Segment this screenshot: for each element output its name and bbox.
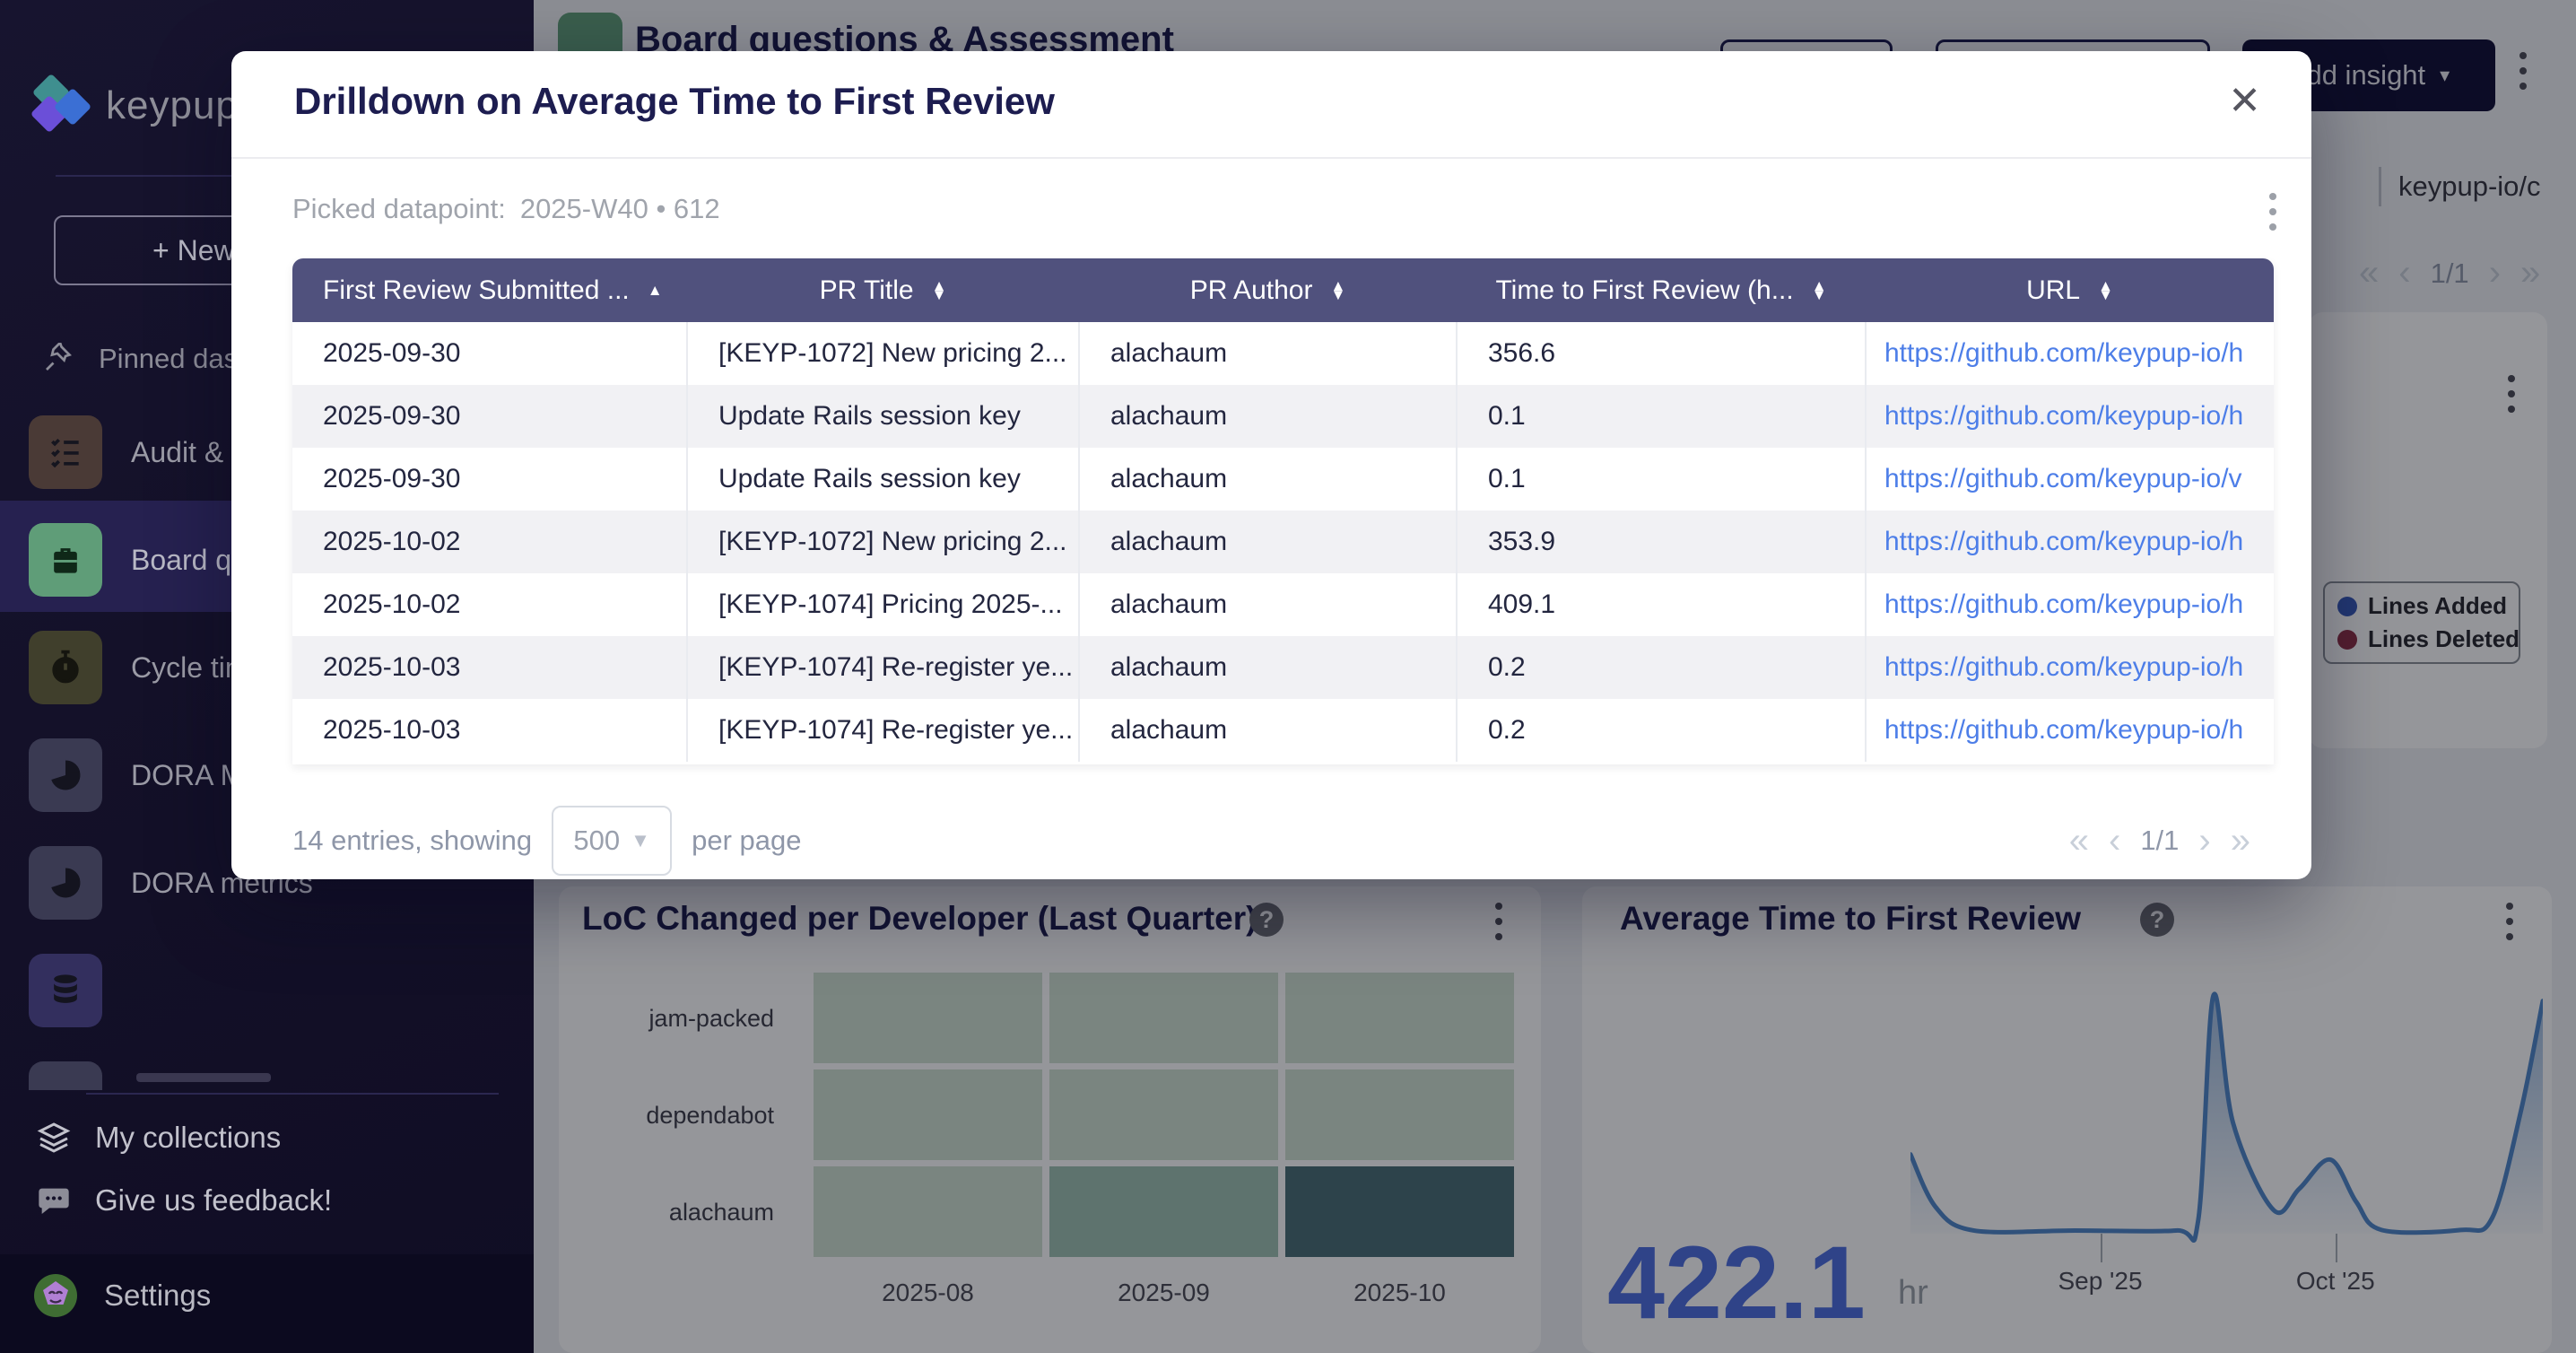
column-header-time[interactable]: Time to First Review (h...▲▼: [1457, 258, 1866, 322]
table-row[interactable]: 2025-09-30Update Rails session key alach…: [292, 385, 2274, 448]
column-header-first-review[interactable]: First Review Submitted ...▲: [292, 258, 687, 322]
prev-page-icon[interactable]: ‹: [2109, 821, 2120, 861]
table-row[interactable]: 2025-09-30Update Rails session key alach…: [292, 448, 2274, 511]
feedback-link[interactable]: Give us feedback!: [36, 1183, 332, 1218]
table-header-row: First Review Submitted ...▲ PR Title▲▼ P…: [292, 258, 2274, 322]
app-root: keypup + New d Pinned dashbo Audit & Com: [0, 0, 2576, 1353]
column-header-pr-title[interactable]: PR Title▲▼: [687, 258, 1079, 322]
sort-icon: ▲▼: [1330, 282, 1345, 299]
close-icon[interactable]: ✕: [2228, 78, 2261, 124]
my-collections-label: My collections: [95, 1121, 281, 1155]
sidebar-item-datasets[interactable]: [29, 951, 531, 1030]
settings-link[interactable]: Settings: [34, 1274, 211, 1317]
stopwatch-icon: [29, 631, 102, 704]
page-indicator: 1/1: [2140, 825, 2179, 857]
checklist-icon: [29, 415, 102, 489]
database-icon: [29, 954, 102, 1027]
pr-url-link[interactable]: https://github.com/keypup-io/h: [1884, 401, 2243, 431]
user-avatar: [34, 1274, 77, 1317]
pr-url-link[interactable]: https://github.com/keypup-io/v: [1884, 464, 2242, 493]
feedback-label: Give us feedback!: [95, 1183, 332, 1218]
sort-icon: ▲▼: [932, 282, 947, 299]
chevron-down-icon: ▼: [631, 829, 650, 852]
pin-icon: [41, 343, 74, 375]
pr-url-link[interactable]: https://github.com/keypup-io/h: [1884, 715, 2243, 745]
settings-label: Settings: [104, 1279, 211, 1313]
modal-kebab-menu[interactable]: [2269, 193, 2276, 231]
table-row[interactable]: 2025-10-03[KEYP-1074] Re-register ye... …: [292, 636, 2274, 699]
pr-url-link[interactable]: https://github.com/keypup-io/h: [1884, 652, 2243, 682]
modal-title: Drilldown on Average Time to First Revie…: [294, 80, 1055, 123]
pie-chart-icon: [29, 738, 102, 812]
layers-icon: [36, 1120, 72, 1156]
sort-icon: ▲▼: [2098, 282, 2113, 299]
page-size-select[interactable]: 500▼: [552, 806, 672, 876]
brand-name: keypup: [106, 83, 239, 128]
table-row[interactable]: 2025-10-02[KEYP-1072] New pricing 2... a…: [292, 511, 2274, 573]
modal-header: Drilldown on Average Time to First Revie…: [231, 51, 2311, 159]
picked-datapoint: Picked datapoint:2025-W40 • 612: [292, 193, 720, 225]
chat-icon: [36, 1183, 72, 1218]
pr-url-link[interactable]: https://github.com/keypup-io/h: [1884, 338, 2243, 368]
sort-asc-icon: ▲: [648, 286, 663, 294]
per-page-label: per page: [692, 825, 801, 857]
table-row[interactable]: 2025-10-02[KEYP-1074] Pricing 2025-... a…: [292, 573, 2274, 636]
next-page-icon[interactable]: ›: [2198, 821, 2210, 861]
modal-pagination: « ‹ 1/1 › »: [2069, 821, 2250, 861]
clipped-item-text: [136, 1073, 271, 1082]
drilldown-modal: Drilldown on Average Time to First Revie…: [231, 51, 2311, 879]
entries-count: 14 entries, showing: [292, 825, 532, 857]
first-page-icon[interactable]: «: [2069, 821, 2089, 861]
pr-url-link[interactable]: https://github.com/keypup-io/h: [1884, 589, 2243, 619]
modal-footer: 14 entries, showing 500▼ per page « ‹ 1/…: [292, 800, 2250, 881]
sort-icon: ▲▼: [1812, 282, 1827, 299]
drilldown-table: First Review Submitted ...▲ PR Title▲▼ P…: [292, 258, 2274, 764]
column-header-pr-author[interactable]: PR Author▲▼: [1079, 258, 1457, 322]
pr-url-link[interactable]: https://github.com/keypup-io/h: [1884, 527, 2243, 556]
sidebar-divider: [86, 1093, 499, 1095]
keypup-logo-icon: [30, 77, 90, 135]
last-page-icon[interactable]: »: [2231, 821, 2250, 861]
my-collections-link[interactable]: My collections: [36, 1120, 281, 1156]
table-row[interactable]: 2025-09-30[KEYP-1072] New pricing 2... a…: [292, 322, 2274, 385]
brand-logo[interactable]: keypup: [30, 77, 239, 135]
briefcase-icon: [29, 523, 102, 597]
table-row[interactable]: 2025-10-03[KEYP-1074] Re-register ye... …: [292, 699, 2274, 762]
clipped-tile-icon: [29, 1061, 102, 1090]
column-header-url[interactable]: URL▲▼: [1866, 258, 2274, 322]
pie-chart-icon: [29, 846, 102, 920]
